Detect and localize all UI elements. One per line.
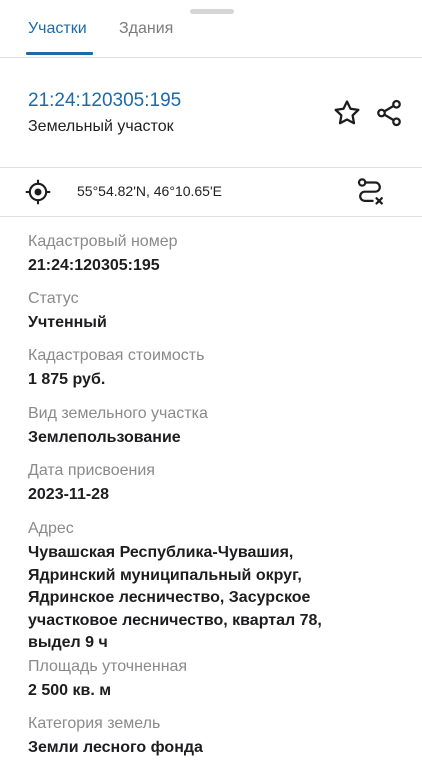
field-value: Земли лесного фонда xyxy=(28,739,203,756)
crosshair-icon[interactable] xyxy=(24,178,54,208)
field-area: Площадь уточненная 2 500 кв. м xyxy=(28,657,187,702)
address-line: участковое лесничество, квартал 78, xyxy=(28,611,322,629)
field-status: Статус Учтенный xyxy=(28,289,107,334)
field-value: 2 500 кв. м xyxy=(28,682,112,699)
address-line: Ядринский муниципальный округ, xyxy=(28,566,302,584)
field-label: Статус xyxy=(28,290,79,307)
field-label: Дата присвоения xyxy=(28,462,155,479)
address-line: Чувашская Республика-Чувашия, xyxy=(28,544,294,561)
field-label: Кадастровый номер xyxy=(28,233,178,250)
field-address: Адрес Чувашская Республика-Чувашия, Ядри… xyxy=(28,519,322,655)
field-label: Адрес xyxy=(28,520,74,537)
field-value: Учтенный xyxy=(28,314,107,331)
field-assignment-date: Дата присвоения 2023-11-28 xyxy=(28,461,155,506)
star-icon[interactable] xyxy=(332,98,362,128)
tab-bar: Участки Здания xyxy=(0,0,422,58)
field-label: Вид земельного участка xyxy=(28,405,208,422)
share-icon[interactable] xyxy=(374,98,404,128)
field-value: 2023-11-28 xyxy=(28,486,109,503)
parcel-header: 21:24:120305:195 Земельный участок xyxy=(0,58,422,168)
field-land-type: Вид земельного участка Землепользование xyxy=(28,404,208,449)
field-value-address: Чувашская Республика-Чувашия, Ядринский … xyxy=(28,542,322,655)
field-label: Кадастровая стоимость xyxy=(28,347,205,364)
field-land-category: Категория земель Земли лесного фонда xyxy=(28,714,203,759)
field-value: 1 875 руб. xyxy=(28,371,106,388)
parcel-type: Земельный участок xyxy=(28,118,174,135)
field-label: Категория земель xyxy=(28,715,161,732)
tab-parcels[interactable]: Участки xyxy=(28,19,87,39)
field-value: Землепользование xyxy=(28,429,181,446)
parcel-id-link[interactable]: 21:24:120305:195 xyxy=(28,90,181,112)
field-label: Площадь уточненная xyxy=(28,658,188,675)
tab-buildings[interactable]: Здания xyxy=(119,19,173,39)
address-line: Ядринское лесничество, Засурское xyxy=(28,589,311,606)
active-tab-indicator xyxy=(26,52,93,55)
coordinates-text[interactable]: 55°54.82'N, 46°10.65'E xyxy=(77,183,222,199)
field-cadastral-value: Кадастровая стоимость 1 875 руб. xyxy=(28,346,204,391)
coords-divider xyxy=(0,216,422,217)
route-icon[interactable] xyxy=(353,176,387,210)
coordinates-bar: 55°54.82'N, 46°10.65'E xyxy=(0,168,422,216)
address-line: выдел 9 ч xyxy=(28,634,108,651)
field-cadastral-number: Кадастровый номер 21:24:120305:195 xyxy=(28,232,178,277)
field-value: 21:24:120305:195 xyxy=(28,257,160,274)
